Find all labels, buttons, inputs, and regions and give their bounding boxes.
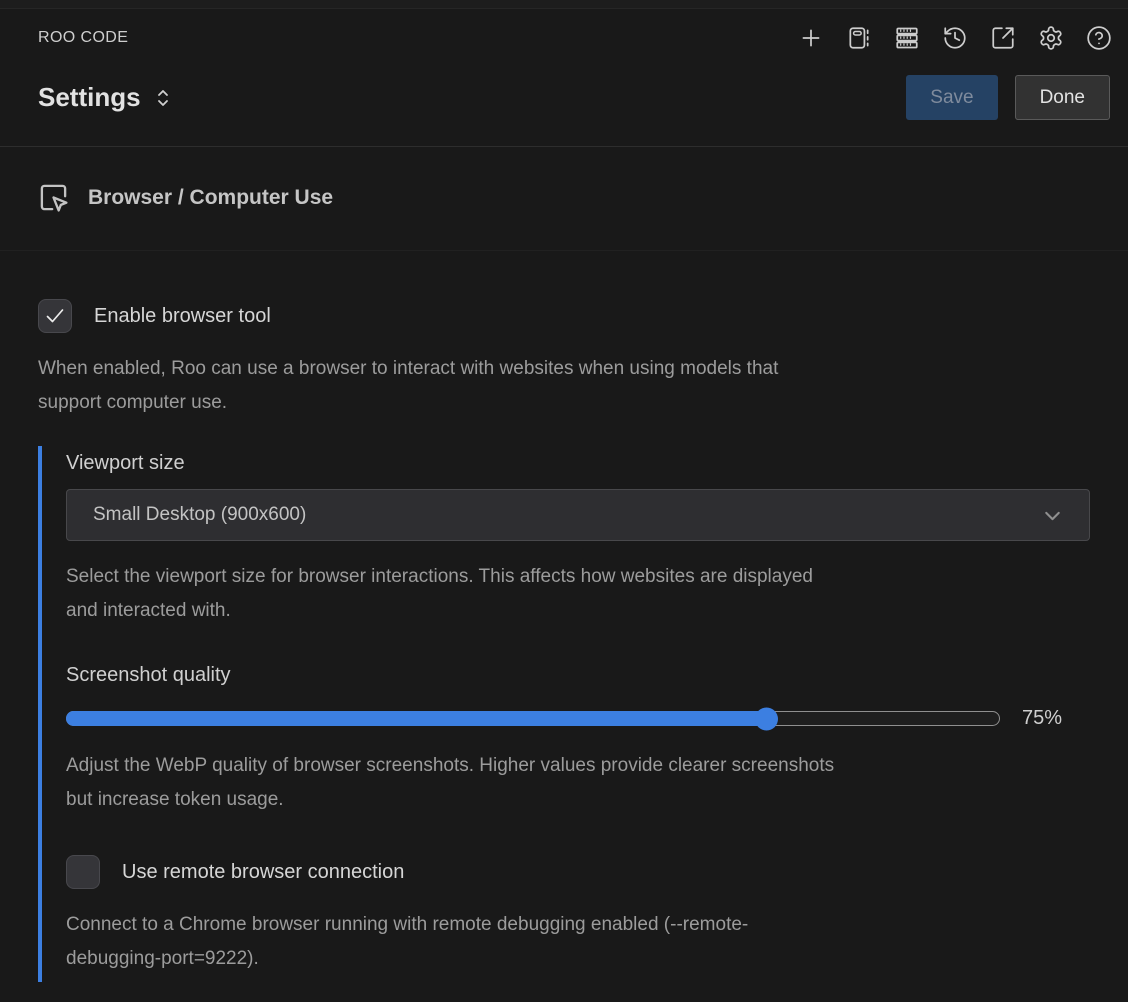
done-button[interactable]: Done <box>1015 75 1110 120</box>
plus-icon[interactable] <box>798 25 824 51</box>
save-button[interactable]: Save <box>906 75 997 120</box>
square-mouse-pointer-icon <box>38 182 69 213</box>
settings-content: Enable browser tool When enabled, Roo ca… <box>0 251 1128 982</box>
page-title: Settings <box>38 82 141 113</box>
section-title: Browser / Computer Use <box>88 186 333 210</box>
viewport-size-select[interactable]: Small Desktop (900x600) <box>66 489 1090 541</box>
browser-settings-group: Viewport size Small Desktop (900x600) Se… <box>38 446 1090 982</box>
app-title: ROO CODE <box>38 29 128 47</box>
prompts-notebook-icon[interactable] <box>846 25 872 51</box>
header: ROO CODE <box>0 9 1128 147</box>
remote-browser-label: Use remote browser connection <box>122 861 404 884</box>
chevron-down-icon <box>1040 503 1065 528</box>
screenshot-quality-slider-row: 75% <box>66 707 1090 730</box>
toolbar <box>798 25 1112 51</box>
viewport-size-value: Small Desktop (900x600) <box>93 504 306 526</box>
checkmark-icon <box>43 304 67 328</box>
enable-browser-description: When enabled, Roo can use a browser to i… <box>38 352 1090 420</box>
enable-browser-row: Enable browser tool <box>38 299 1090 333</box>
remote-browser-description: Connect to a Chrome browser running with… <box>66 908 1090 976</box>
enable-browser-checkbox[interactable] <box>38 299 72 333</box>
open-in-editor-icon[interactable] <box>990 25 1016 51</box>
panel-top-strip <box>0 0 1128 9</box>
quality-slider-track[interactable] <box>66 711 1000 726</box>
remote-browser-checkbox[interactable] <box>66 855 100 889</box>
quality-slider-thumb[interactable] <box>755 707 778 730</box>
viewport-size-label: Viewport size <box>66 452 1090 475</box>
gear-icon[interactable] <box>1038 25 1064 51</box>
help-icon[interactable] <box>1086 25 1112 51</box>
mcp-servers-icon[interactable] <box>894 25 920 51</box>
quality-slider-fill <box>66 711 765 726</box>
section-header: Browser / Computer Use <box>0 147 1128 251</box>
quality-slider-value: 75% <box>1022 707 1062 730</box>
viewport-size-description: Select the viewport size for browser int… <box>66 560 1090 628</box>
screenshot-quality-description: Adjust the WebP quality of browser scree… <box>66 749 1090 817</box>
history-icon[interactable] <box>942 25 968 51</box>
remote-browser-row: Use remote browser connection <box>66 855 1090 889</box>
enable-browser-label: Enable browser tool <box>94 305 271 328</box>
chevron-updown-icon[interactable] <box>155 85 171 111</box>
screenshot-quality-label: Screenshot quality <box>66 664 1090 687</box>
